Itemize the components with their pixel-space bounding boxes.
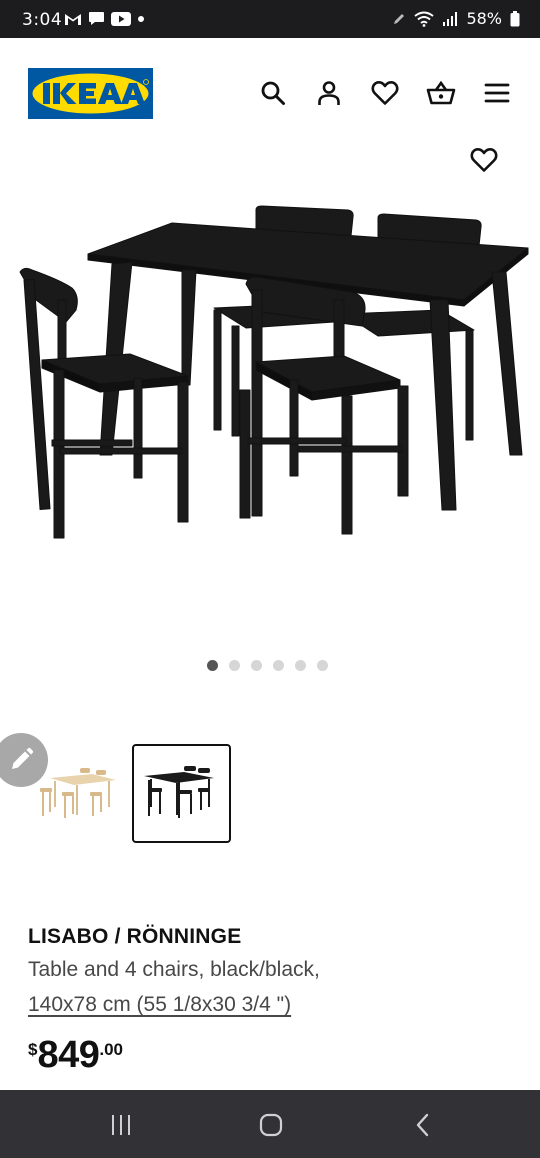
carousel-dot-2[interactable] [229, 660, 240, 671]
account-icon [318, 81, 340, 105]
carousel-dot-4[interactable] [273, 660, 284, 671]
recent-apps-icon [112, 1115, 130, 1135]
variant-thumbnail-birch[interactable] [36, 748, 120, 828]
price-integer: 849 [37, 1034, 100, 1076]
menu-icon [484, 83, 510, 103]
heart-icon [371, 81, 399, 105]
battery-icon [510, 10, 520, 26]
search-icon [261, 81, 285, 105]
carousel-dot-3[interactable] [251, 660, 262, 671]
wifi-icon [414, 11, 435, 27]
status-time: 3:04 [22, 10, 63, 30]
product-title: LISABO / RÖNNINGE [28, 925, 242, 948]
chat-icon [89, 12, 104, 25]
gmail-icon [65, 13, 81, 25]
heart-icon [470, 148, 498, 172]
carousel-dot-5[interactable] [295, 660, 306, 671]
price-decimal: .00 [99, 1040, 124, 1059]
variant-thumbnail-black[interactable] [132, 744, 231, 843]
carousel-dot-1[interactable] [207, 660, 218, 671]
youtube-icon [111, 11, 131, 26]
status-notification-icons [64, 11, 145, 26]
save-to-list-button[interactable] [468, 145, 500, 177]
back-button[interactable] [403, 1110, 443, 1140]
status-bar: 3:04 58% [0, 0, 540, 38]
product-main-image[interactable] [0, 150, 540, 640]
menu-button[interactable] [482, 78, 512, 108]
dot-icon [138, 15, 144, 22]
price-currency: $ [28, 1040, 38, 1059]
search-button[interactable] [258, 78, 288, 108]
basket-icon [426, 80, 456, 105]
account-button[interactable] [314, 78, 344, 108]
home-button[interactable] [251, 1110, 291, 1140]
battery-percent: 58% [466, 9, 502, 28]
status-system-icons: 58% [392, 9, 520, 28]
site-header [0, 38, 540, 150]
product-price: $ 849 .00 [28, 1034, 123, 1076]
pencil-icon [12, 747, 34, 769]
recent-apps-button[interactable] [101, 1110, 141, 1140]
back-icon [416, 1113, 429, 1137]
pen-icon [394, 13, 405, 24]
image-carousel-indicator [207, 660, 328, 671]
system-nav-bar [0, 1090, 540, 1158]
header-actions [258, 78, 512, 108]
signal-icon [443, 11, 458, 26]
variant-thumbnail-black-image [144, 766, 214, 818]
favourites-button[interactable] [370, 78, 400, 108]
cart-button[interactable] [426, 78, 456, 108]
carousel-dot-6[interactable] [317, 660, 328, 671]
product-description: Table and 4 chairs, black/black, [28, 958, 320, 981]
ikea-logo[interactable] [28, 68, 153, 119]
home-icon [259, 1113, 283, 1137]
product-size-link[interactable]: 140x78 cm (55 1/8x30 3/4 ") [28, 993, 291, 1017]
